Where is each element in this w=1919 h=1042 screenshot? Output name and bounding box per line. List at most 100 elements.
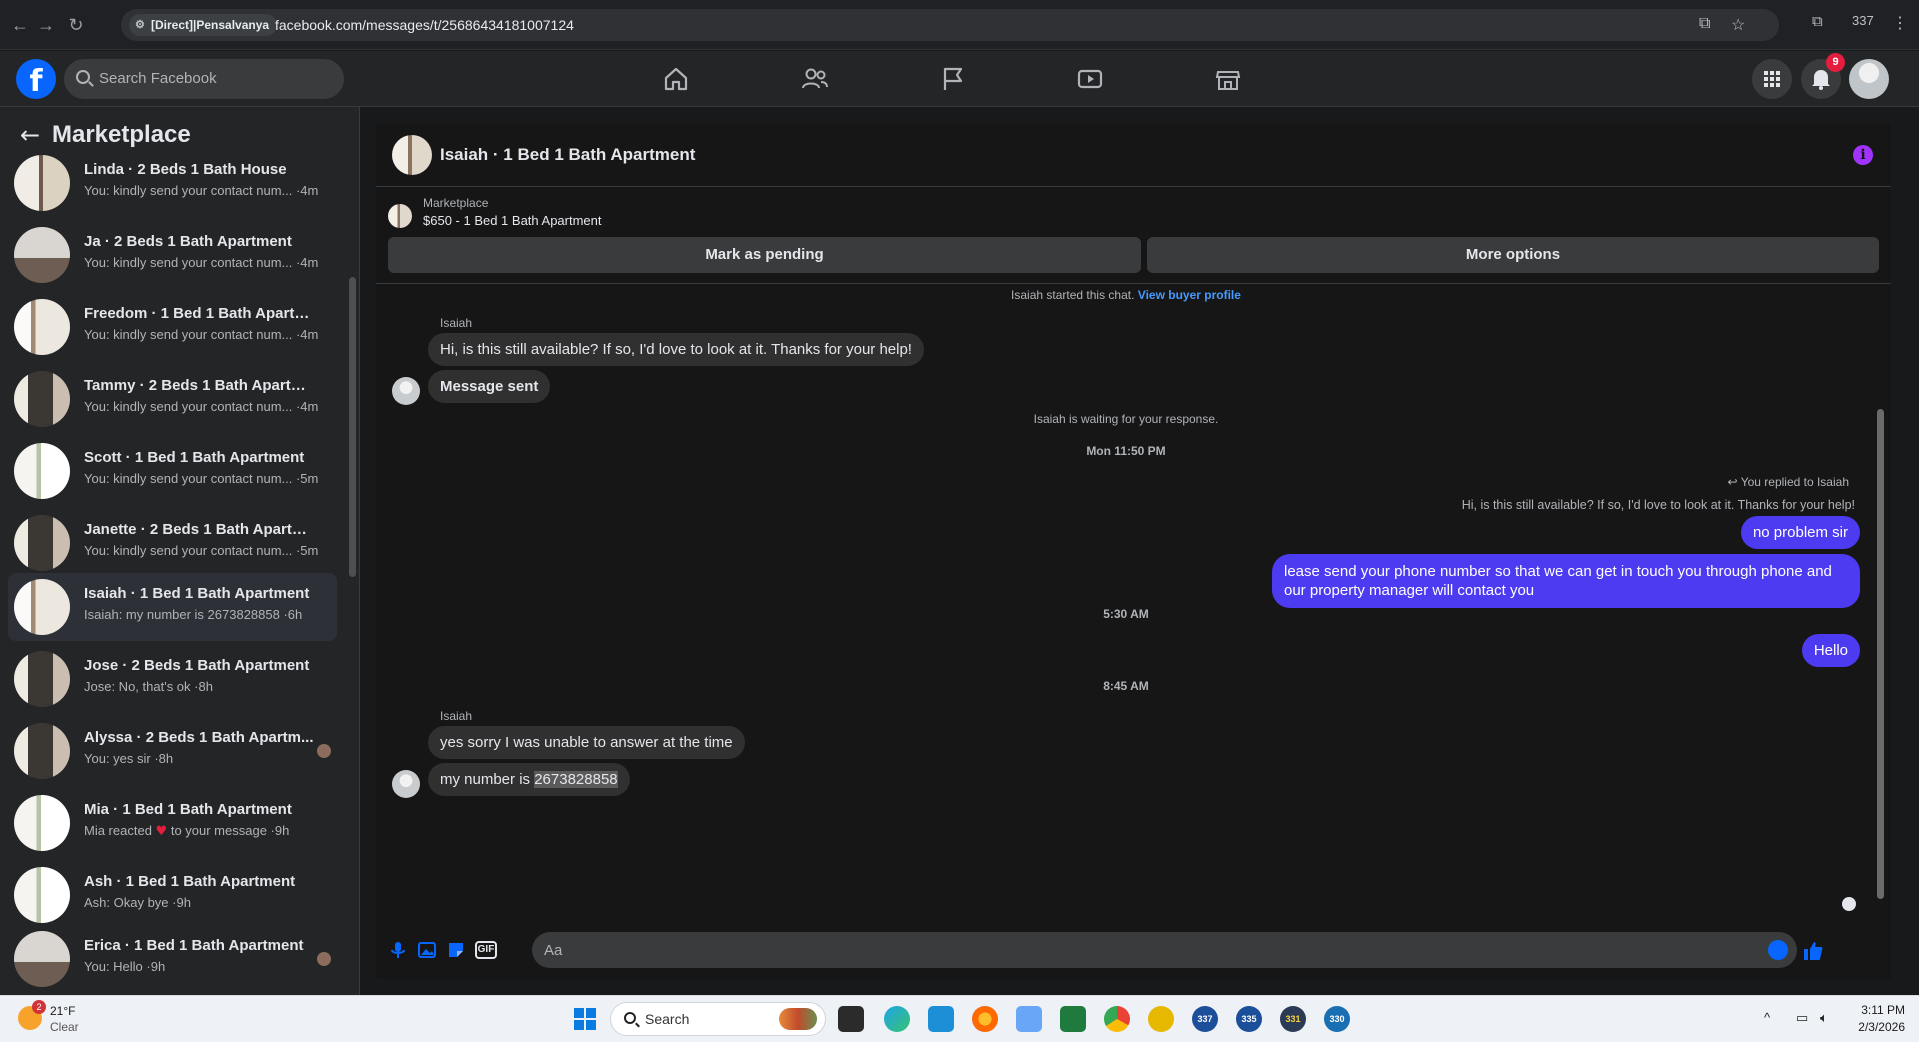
home-icon[interactable] bbox=[660, 63, 692, 95]
reply-note-text: You replied to Isaiah bbox=[1740, 475, 1849, 489]
spreadsheet-app-icon[interactable] bbox=[1060, 1006, 1086, 1032]
sidebar-scrollbar[interactable] bbox=[349, 277, 356, 577]
outgoing-message[interactable]: Hello bbox=[1801, 634, 1860, 667]
thread-snippet: You: kindly send your contact num... ·4m bbox=[84, 327, 319, 342]
firefox-icon[interactable] bbox=[972, 1006, 998, 1032]
thread-snippet: You: kindly send your contact num... ·5m bbox=[84, 471, 319, 486]
video-icon[interactable] bbox=[1074, 63, 1106, 95]
reload-icon[interactable]: ↻ bbox=[64, 13, 88, 37]
thread-item[interactable]: Tammy · 2 Beds 1 Bath Apartment You: kin… bbox=[8, 365, 337, 433]
listing-thumbnail bbox=[14, 299, 70, 355]
gif-icon[interactable]: GIF bbox=[475, 941, 497, 959]
app-icon[interactable] bbox=[928, 1006, 954, 1032]
thread-snippet: You: kindly send your contact num... ·4m bbox=[84, 255, 319, 270]
thread-title: Linda · 2 Beds 1 Bath House bbox=[84, 161, 287, 178]
account-avatar[interactable] bbox=[1849, 59, 1889, 99]
outgoing-message[interactable]: lease send your phone number so that we … bbox=[1272, 554, 1860, 608]
browser-menu-icon[interactable]: ⋮ bbox=[1892, 13, 1908, 33]
thread-item[interactable]: Jose · 2 Beds 1 Bath Apartment Jose: No,… bbox=[8, 645, 337, 713]
thread-item-active[interactable]: Isaiah · 1 Bed 1 Bath Apartment Isaiah: … bbox=[8, 573, 337, 641]
outgoing-message[interactable]: no problem sir bbox=[1740, 516, 1860, 549]
thread-item[interactable]: Alyssa · 2 Beds 1 Bath Apartm... You: ye… bbox=[8, 717, 337, 785]
search-placeholder: Search Facebook bbox=[99, 70, 217, 87]
reply-note: ↩ You replied to Isaiah bbox=[1728, 475, 1850, 489]
thread-title: Tammy · 2 Beds 1 Bath Apartment bbox=[84, 377, 316, 394]
message-list: Isaiah started this chat. View buyer pro… bbox=[376, 284, 1891, 919]
snipping-tool-icon[interactable] bbox=[1016, 1006, 1042, 1032]
back-arrow-icon[interactable]: ← bbox=[8, 13, 32, 37]
forward-arrow-icon[interactable]: → bbox=[34, 13, 58, 37]
thread-item[interactable]: Linda · 2 Beds 1 Bath House You: kindly … bbox=[8, 149, 337, 217]
edge-browser-icon[interactable] bbox=[884, 1006, 910, 1032]
photo-icon[interactable] bbox=[417, 940, 437, 960]
system-clock[interactable]: 3:11 PM 2/3/2026 bbox=[1858, 1002, 1905, 1036]
incoming-message[interactable]: yes sorry I was unable to answer at the … bbox=[428, 726, 745, 759]
profile-badge-icon[interactable]: 335 bbox=[1236, 1006, 1262, 1032]
info-icon[interactable]: i bbox=[1853, 145, 1873, 165]
message-input[interactable] bbox=[532, 932, 1797, 968]
microphone-icon[interactable] bbox=[388, 940, 408, 960]
tab-search-icon[interactable]: ⧉ bbox=[1812, 13, 1823, 30]
sender-avatar bbox=[392, 770, 420, 798]
url-text[interactable]: facebook.com/messages/t/2568643418100712… bbox=[275, 9, 574, 41]
listing-kicker: Marketplace bbox=[423, 196, 489, 210]
thread-item[interactable]: Ja · 2 Beds 1 Bath Apartment You: kindly… bbox=[8, 221, 337, 289]
network-icon[interactable]: ▭ bbox=[1796, 1010, 1808, 1026]
facebook-logo[interactable]: f bbox=[16, 59, 56, 99]
thread-item[interactable]: Erica · 1 Bed 1 Bath Apartment You: Hell… bbox=[8, 925, 337, 987]
thread-item[interactable]: Freedom · 1 Bed 1 Bath Apartment You: ki… bbox=[8, 293, 337, 361]
extension-counter[interactable]: 337 bbox=[1852, 13, 1874, 28]
sender-name: Isaiah bbox=[440, 316, 473, 330]
address-bar[interactable]: ⚙ [Direct]|Pensalvanya facebook.com/mess… bbox=[121, 9, 1779, 41]
app-icon[interactable] bbox=[1148, 1006, 1174, 1032]
incoming-message[interactable]: Message sent bbox=[428, 370, 551, 403]
back-arrow-icon[interactable]: ← bbox=[20, 121, 52, 149]
site-info-chip[interactable]: ⚙ [Direct]|Pensalvanya bbox=[129, 14, 278, 36]
mark-as-pending-button[interactable]: Mark as pending bbox=[388, 237, 1141, 273]
chat-title[interactable]: Isaiah · 1 Bed 1 Bath Apartment bbox=[440, 123, 695, 187]
profile-badge-icon[interactable]: 337 bbox=[1192, 1006, 1218, 1032]
thread-item[interactable]: Janette · 2 Beds 1 Bath Apartment You: k… bbox=[8, 509, 337, 577]
chat-panel: Isaiah · 1 Bed 1 Bath Apartment i Market… bbox=[376, 123, 1891, 979]
incoming-message[interactable]: Hi, is this still available? If so, I'd … bbox=[428, 333, 924, 366]
taskbar-search[interactable]: Search bbox=[610, 1002, 826, 1036]
pages-flag-icon[interactable] bbox=[937, 63, 969, 95]
task-view-icon[interactable] bbox=[838, 1006, 864, 1032]
thread-title: Jose · 2 Beds 1 Bath Apartment bbox=[84, 657, 310, 674]
thread-item[interactable]: Ash · 1 Bed 1 Bath Apartment Ash: Okay b… bbox=[8, 861, 337, 929]
waiting-note: Isaiah is waiting for your response. bbox=[1033, 412, 1219, 426]
buyer-avatar-mini bbox=[317, 744, 331, 758]
weather-temp: 21°F bbox=[50, 1004, 76, 1018]
chat-scroll-thumb[interactable] bbox=[1877, 409, 1884, 899]
listing-thumbnail bbox=[14, 651, 70, 707]
listing-thumbnail bbox=[14, 515, 70, 571]
quoted-message[interactable]: Hi, is this still available? If so, I'd … bbox=[1462, 498, 1855, 512]
install-app-icon[interactable]: ⧉ bbox=[1699, 15, 1710, 33]
clock-date: 2/3/2026 bbox=[1858, 1020, 1905, 1034]
incoming-message[interactable]: my number is 2673828858 bbox=[428, 763, 630, 796]
buyer-avatar[interactable] bbox=[392, 135, 432, 175]
chat-scrollbar[interactable] bbox=[1875, 284, 1885, 919]
bookmark-star-icon[interactable]: ☆ bbox=[1731, 15, 1745, 35]
highlighted-phone-number[interactable]: 2673828858 bbox=[534, 771, 618, 788]
marketplace-icon[interactable] bbox=[1212, 63, 1244, 95]
thread-item[interactable]: Scott · 1 Bed 1 Bath Apartment You: kind… bbox=[8, 437, 337, 505]
chrome-icon[interactable] bbox=[1104, 1006, 1130, 1032]
search-icon bbox=[624, 1012, 636, 1024]
profile-badge-icon[interactable]: 331 bbox=[1280, 1006, 1306, 1032]
view-buyer-profile-link[interactable]: View buyer profile bbox=[1138, 288, 1241, 302]
facebook-search[interactable]: Search Facebook bbox=[64, 59, 344, 99]
emoji-icon[interactable] bbox=[1768, 940, 1788, 960]
thread-item[interactable]: Mia · 1 Bed 1 Bath Apartment Mia reacted… bbox=[8, 789, 337, 857]
listing-thumbnail bbox=[14, 795, 70, 851]
profile-badge-icon[interactable]: 330 bbox=[1324, 1006, 1350, 1032]
sticker-icon[interactable] bbox=[446, 940, 466, 960]
more-options-button[interactable]: More options bbox=[1147, 237, 1879, 273]
listing-thumbnail bbox=[14, 155, 70, 211]
menu-grid-button[interactable] bbox=[1752, 59, 1792, 99]
windows-start-icon[interactable] bbox=[574, 1008, 596, 1030]
volume-icon[interactable]: 🔈︎ bbox=[1820, 1010, 1828, 1026]
thumbs-up-icon[interactable] bbox=[1802, 940, 1823, 960]
friends-icon[interactable] bbox=[799, 63, 831, 95]
tray-chevron-icon[interactable]: ^ bbox=[1764, 1010, 1770, 1025]
